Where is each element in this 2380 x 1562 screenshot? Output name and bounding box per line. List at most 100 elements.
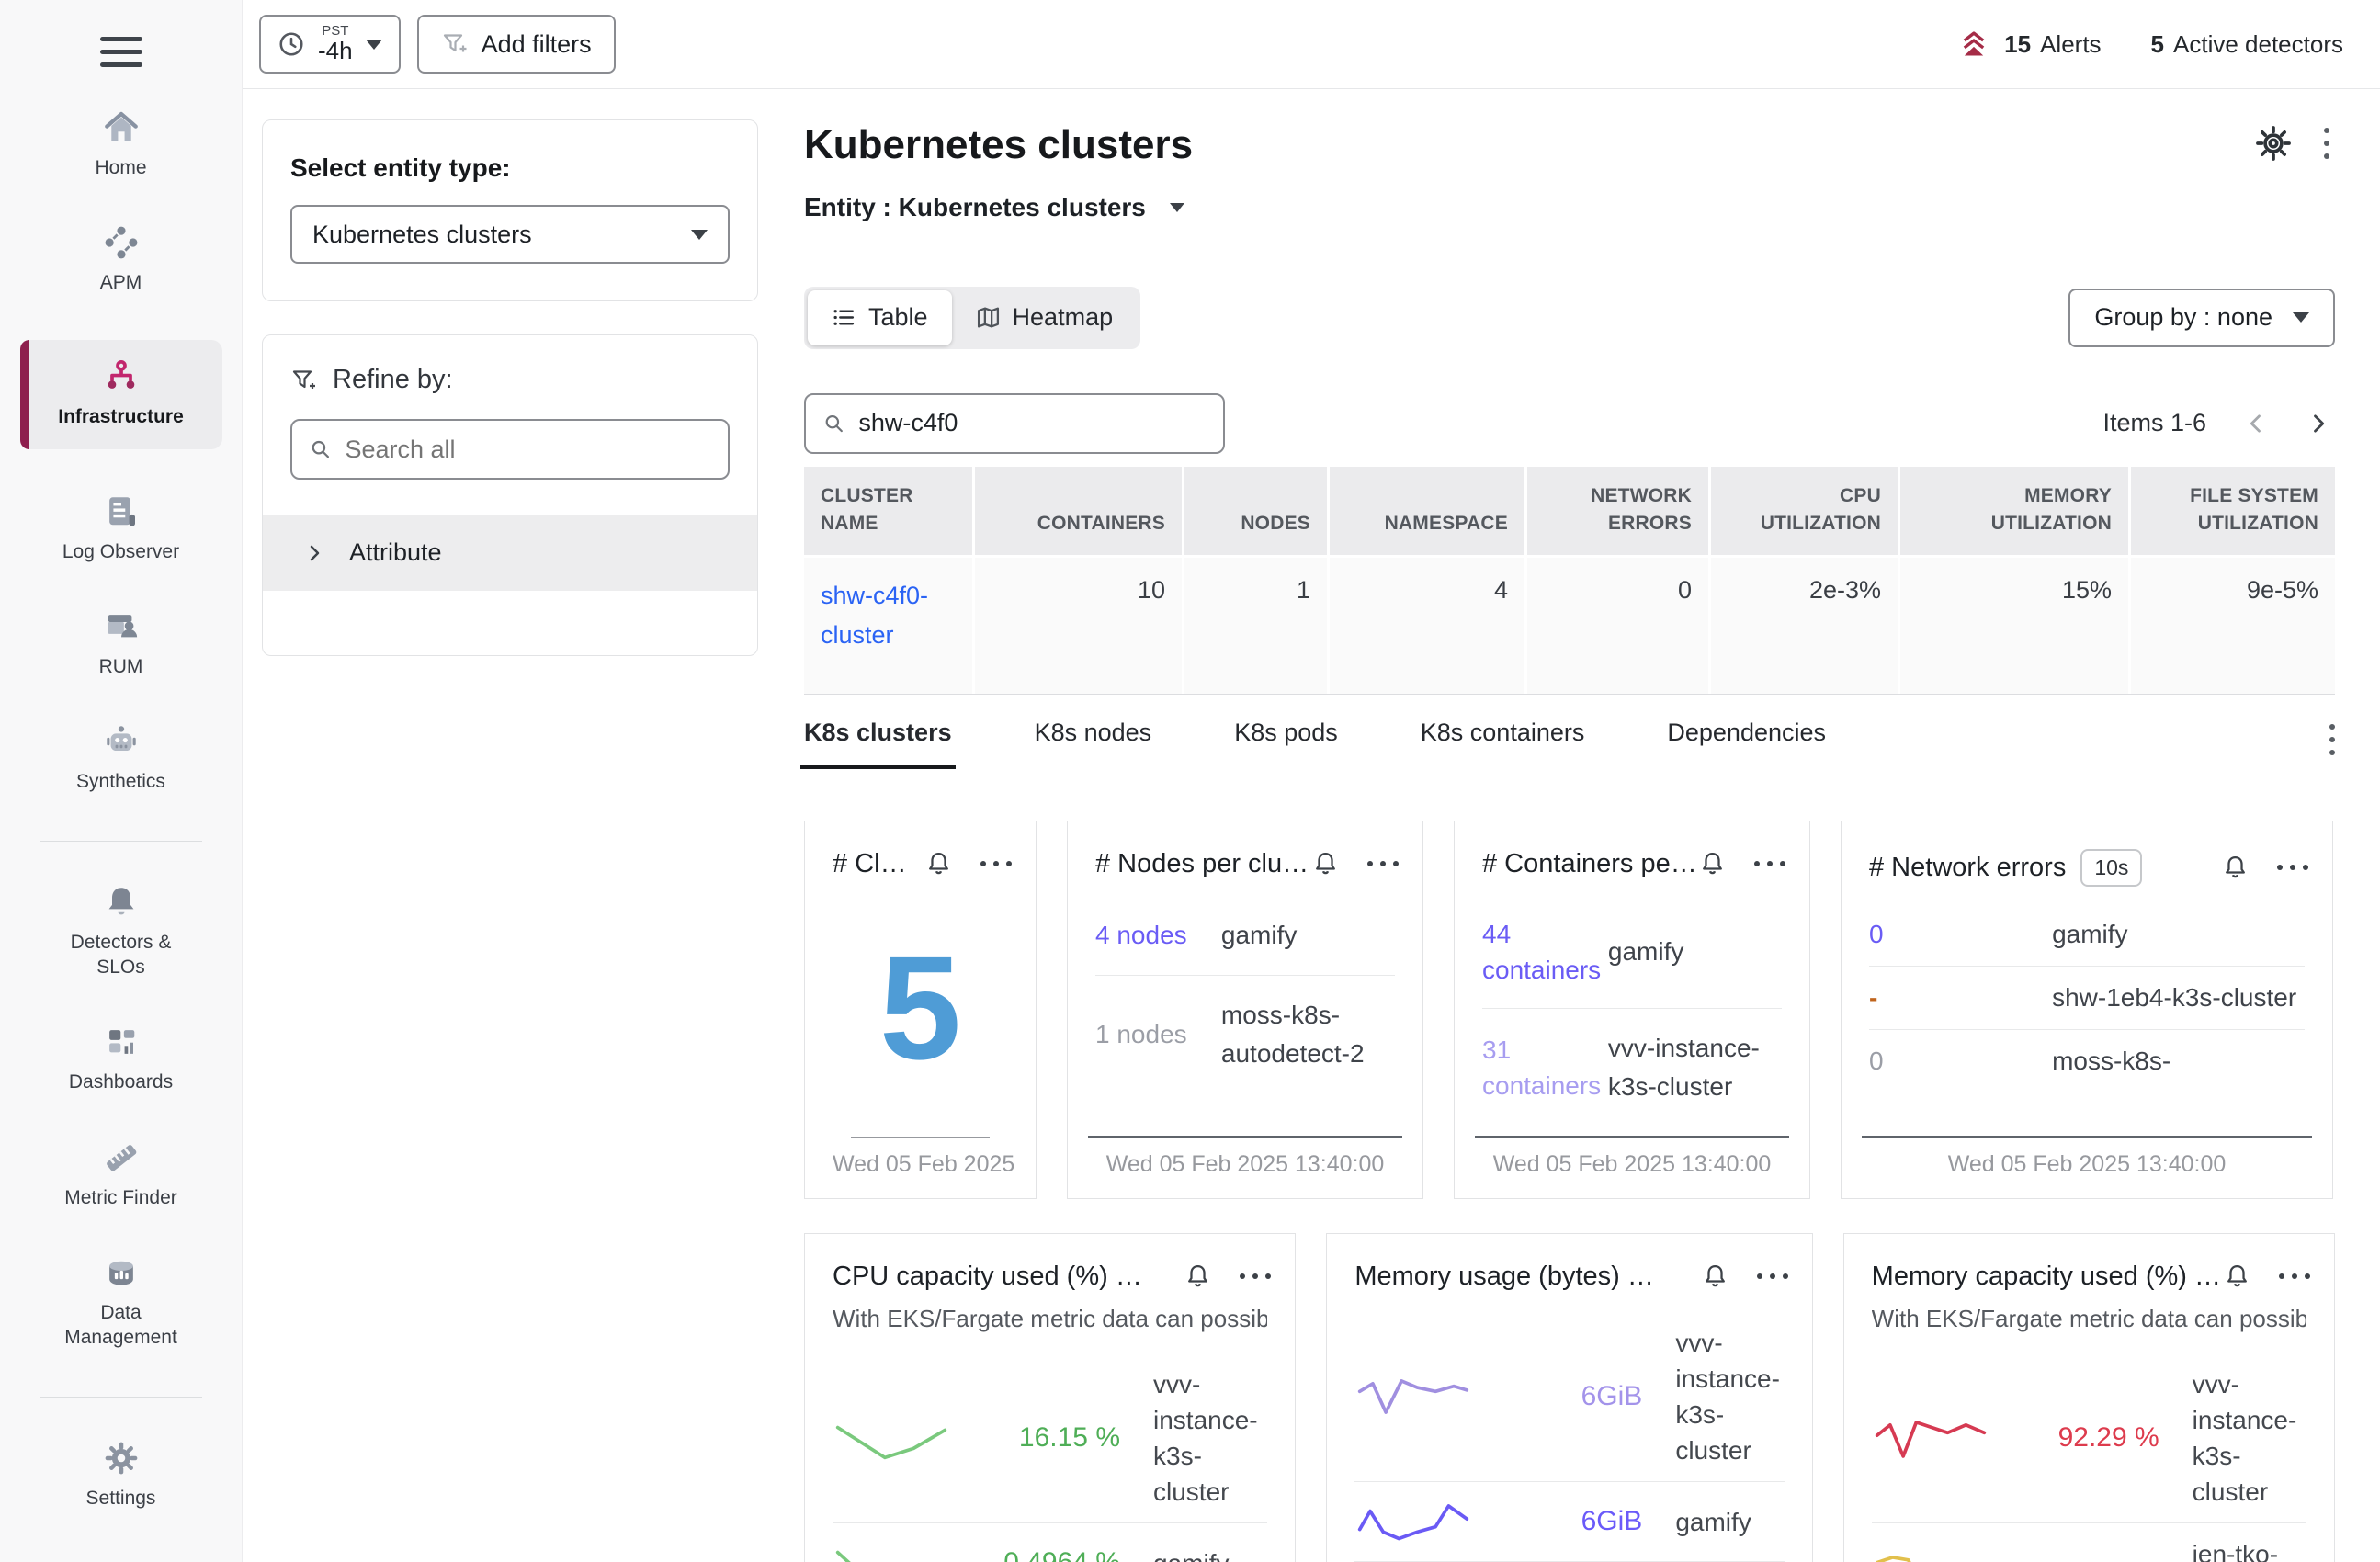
bell-icon[interactable] xyxy=(1698,850,1727,878)
log-observer-icon xyxy=(103,493,140,530)
column-header[interactable]: MEMORY UTILIZATION xyxy=(1900,467,2128,555)
cluster-search-input[interactable] xyxy=(858,409,1207,437)
tabs-kebab-menu[interactable] xyxy=(2329,724,2335,755)
stat-row: 4 nodes gamify xyxy=(1095,896,1395,975)
page-kebab-menu[interactable] xyxy=(2324,128,2329,159)
table-row-cell: 0 xyxy=(1527,558,1708,694)
card-menu[interactable] xyxy=(980,861,1012,866)
tab-k8s-pods[interactable]: K8s pods xyxy=(1234,719,1338,769)
search-all-input[interactable] xyxy=(345,436,711,464)
filter-panel: Select entity type: Kubernetes clusters … xyxy=(262,119,758,656)
metric-row: 6GiB vvv-instance-k3s-cluster xyxy=(1354,1312,1784,1482)
column-header[interactable]: NODES xyxy=(1184,467,1327,555)
column-header[interactable]: CLUSTER NAME xyxy=(804,467,972,555)
bell-icon[interactable] xyxy=(2221,854,2250,882)
bell-icon[interactable] xyxy=(1184,1262,1212,1291)
chevron-down-icon xyxy=(366,40,382,50)
metric-value[interactable]: 6GiB xyxy=(1472,1381,1642,1412)
stat-value-link[interactable]: 44 containers xyxy=(1482,916,1608,988)
bell-icon[interactable] xyxy=(924,850,953,878)
card-menu[interactable] xyxy=(1240,1273,1271,1279)
time-range-value: -4h xyxy=(318,39,353,63)
card-menu[interactable] xyxy=(2279,1273,2310,1279)
group-by-select[interactable]: Group by : none xyxy=(2068,289,2335,347)
column-header[interactable]: CONTAINERS xyxy=(975,467,1182,555)
chevron-right-icon[interactable] xyxy=(2306,411,2331,436)
chevron-down-icon xyxy=(1170,203,1184,212)
bell-icon[interactable] xyxy=(2223,1262,2251,1291)
sidebar-item-label: Metric Finder xyxy=(64,1185,177,1210)
menu-button[interactable] xyxy=(100,37,142,67)
card-menu[interactable] xyxy=(2277,865,2308,870)
stat-value-link[interactable]: 0 xyxy=(1869,916,2052,952)
view-toggle-heatmap[interactable]: Heatmap xyxy=(952,290,1138,345)
add-filters-button[interactable]: Add filters xyxy=(417,15,616,74)
entity-type-card: Select entity type: Kubernetes clusters xyxy=(262,119,758,301)
tab-k8s-containers[interactable]: K8s containers xyxy=(1421,719,1585,769)
stat-row: 31 containers vvv-instance-k3s-cluster xyxy=(1482,1008,1782,1126)
sidebar-item-settings[interactable]: Settings xyxy=(20,1440,222,1511)
tab-k8s-nodes[interactable]: K8s nodes xyxy=(1035,719,1152,769)
sidebar-item-infrastructure[interactable]: Infrastructure xyxy=(20,340,222,449)
stat-row: 0 moss-k8s- xyxy=(1869,1029,2305,1092)
clusters-count-value: 5 xyxy=(879,934,961,1081)
network-errors-card: # Network errors 10s 0 gamify - shw-1eb4… xyxy=(1841,821,2333,1199)
metric-value[interactable]: 16.15 % xyxy=(950,1422,1120,1454)
sidebar-item-detectors-slos[interactable]: Detectors & SLOs xyxy=(20,884,222,980)
tab-dependencies[interactable]: Dependencies xyxy=(1667,719,1826,769)
column-header[interactable]: NETWORK ERRORS xyxy=(1527,467,1708,555)
stat-row: 44 containers gamify xyxy=(1482,896,1782,1008)
stat-value[interactable]: 1 nodes xyxy=(1095,1016,1221,1052)
view-toggle-table[interactable]: Table xyxy=(808,290,952,345)
bell-icon[interactable] xyxy=(1701,1262,1729,1291)
sidebar-item-apm[interactable]: APM xyxy=(20,224,222,295)
sidebar-item-rum[interactable]: RUM xyxy=(20,608,222,679)
sidebar-item-log-observer[interactable]: Log Observer xyxy=(20,493,222,564)
entity-selector[interactable]: Entity : Kubernetes clusters xyxy=(804,193,2335,222)
active-detectors-link[interactable]: 5Active detectors xyxy=(2151,30,2343,59)
tab-k8s-clusters[interactable]: K8s clusters xyxy=(804,719,952,769)
time-range-picker[interactable]: PST -4h xyxy=(259,15,401,74)
clock-icon xyxy=(278,30,305,58)
refine-search xyxy=(290,419,730,480)
stat-value[interactable]: 0 xyxy=(1869,1043,2052,1079)
metric-value[interactable]: 6GiB xyxy=(1472,1506,1642,1537)
metric-row: 64.94 % jen-tko-1b75- xyxy=(1872,1522,2306,1562)
card-subtitle: With EKS/Fargate metric data can possibl… xyxy=(833,1305,1267,1333)
sidebar-item-dashboards[interactable]: Dashboards xyxy=(20,1024,222,1094)
stat-value-link[interactable]: 31 containers xyxy=(1482,1032,1608,1104)
entity-type-select[interactable]: Kubernetes clusters xyxy=(290,205,730,264)
cpu-capacity-card: CPU capacity used (%) … With EKS/Fargate… xyxy=(804,1233,1296,1562)
alerts-count-link[interactable]: 15Alerts xyxy=(2004,30,2101,59)
metric-value[interactable]: 92.29 % xyxy=(1989,1422,2159,1454)
bell-icon[interactable] xyxy=(1311,850,1340,878)
metric-value[interactable]: 0.4964 % xyxy=(950,1547,1120,1562)
attribute-expander[interactable]: Attribute xyxy=(263,515,757,591)
sidebar-item-label: Home xyxy=(95,155,146,180)
sidebar-item-home[interactable]: Home xyxy=(20,109,222,180)
detectors-count: 5 xyxy=(2151,30,2164,59)
page-title: Kubernetes clusters xyxy=(804,122,2335,169)
card-menu[interactable] xyxy=(1367,861,1399,866)
sidebar-item-metric-finder[interactable]: Metric Finder xyxy=(20,1139,222,1210)
cluster-name-link[interactable]: shw-c4f0-cluster xyxy=(821,576,956,655)
entity-type-label: Select entity type: xyxy=(290,153,730,183)
settings-gear-button[interactable] xyxy=(2254,124,2293,163)
heatmap-icon xyxy=(976,305,1001,330)
metric-value[interactable]: 64.94 % xyxy=(1989,1557,2159,1562)
column-header[interactable]: CPU UTILIZATION xyxy=(1711,467,1898,555)
sidebar-item-label: APM xyxy=(100,270,142,295)
chevron-left-icon[interactable] xyxy=(2243,411,2269,436)
sidebar-item-synthetics[interactable]: Synthetics xyxy=(20,723,222,794)
attribute-label: Attribute xyxy=(349,538,442,567)
column-header[interactable]: NAMESPACE xyxy=(1330,467,1524,555)
stat-value-link[interactable]: 4 nodes xyxy=(1095,917,1221,953)
card-menu[interactable] xyxy=(1754,861,1785,866)
sparkline xyxy=(1354,1495,1472,1548)
metric-label: jen-tko-1b75- xyxy=(2193,1536,2306,1562)
stat-label: vvv-instance-k3s-cluster xyxy=(1608,1029,1782,1106)
card-menu[interactable] xyxy=(1757,1273,1788,1279)
stat-value[interactable]: - xyxy=(1869,979,2052,1015)
column-header[interactable]: FILE SYSTEM UTILIZATION xyxy=(2131,467,2335,555)
sidebar-item-data-management[interactable]: Data Management xyxy=(20,1254,222,1351)
